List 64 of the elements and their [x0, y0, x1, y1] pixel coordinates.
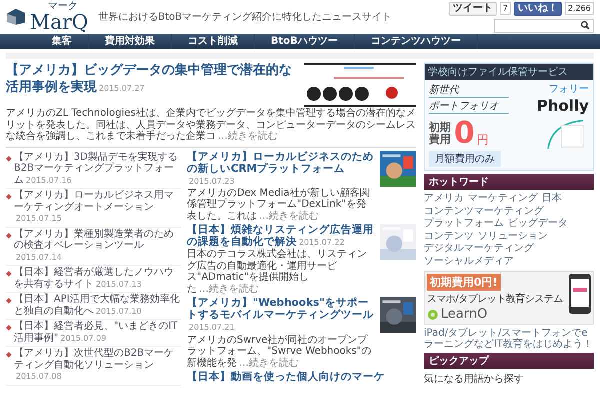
recent-article-link[interactable]: 【アメリカ】3D製品デモを実現するB2Bマーケティングプラットフォーム 2015.07.16: [6, 150, 181, 189]
ad-product-name: LearnO: [441, 307, 488, 322]
phone-drawing: [569, 274, 591, 314]
article-title[interactable]: 【日本】動画を使った個人向けのマーケ: [187, 371, 416, 384]
ad-text: 月額費用のみ: [429, 151, 501, 167]
recent-article-link[interactable]: 【日本】経営者必見、"いまどきのIT活用事例" 2015.07.09: [6, 320, 181, 347]
tag-link[interactable]: 日本: [542, 193, 562, 206]
feature-summary: アメリカのZL Technologies社は、企業内でビッグデータを集中管理する場合の潜在的なメリットを発表した。同社は、人員データや業務データ、コンピューターデータのシームレスな統合を強調し、これまで未着手だった企業コ …続きを読む: [6, 108, 416, 142]
site-tagline: 世界におけるBtoBマーケティング紹介に特化したニュースサイト: [98, 10, 394, 24]
tag-link[interactable]: ビッグデータ: [508, 218, 568, 230]
tag-link[interactable]: マーケティング: [468, 193, 538, 206]
tweet-button[interactable]: ツイート: [449, 2, 497, 16]
section-heading: ピックアップ: [424, 353, 594, 369]
recent-article-link[interactable]: 【アメリカ】業種別製造業者のための検査オペレーションツール 2015.07.14: [6, 228, 181, 266]
tag-link[interactable]: コンテンツ: [424, 230, 474, 243]
ad-ribbon: 初期費用0円!: [427, 274, 501, 291]
tag-link[interactable]: ソリューション: [478, 230, 548, 243]
tweet-count: 7: [500, 2, 512, 15]
like-count: 2,266: [565, 2, 594, 15]
recent-article-link[interactable]: 【日本】API活用で大幅な業務効率化と独自の自動化へ 2015.07.10: [6, 293, 181, 320]
read-more-link[interactable]: …続きを読む: [259, 210, 319, 222]
tag-link[interactable]: コンテンツマーケティング: [424, 206, 544, 218]
article-title[interactable]: 【アメリカ】ローカルビジネスのための新しいCRMプラットフォーム 2015.07.23: [187, 150, 376, 187]
search-field[interactable]: [494, 18, 594, 32]
ad-product-name: Pholly: [536, 97, 589, 115]
article-title[interactable]: 【日本】煩雑なリスティング広告運用の課題を自動化で解決 2015.07.22: [187, 224, 376, 248]
read-more-link[interactable]: …続きを読む: [239, 358, 299, 368]
ad-heading: 学校向けファイル保管サービス: [425, 64, 593, 80]
recent-article-link[interactable]: 【アメリカ】次世代型のB2Bマーケティング自動化ソリューション 2015.07.08: [6, 347, 181, 386]
nav-item[interactable]: コンテンツハウツー: [354, 34, 478, 49]
ad-banner[interactable]: 初期費用0円! スマホ/タブレット教育システム LearnO: [424, 271, 594, 325]
ad-text: フォリー: [549, 83, 589, 96]
article-title[interactable]: 【アメリカ】"Webhooks"をサポートするモバイルマーケティングツール 2015.07.21: [187, 297, 376, 334]
ad-price: 0: [454, 119, 475, 149]
nav-item[interactable]: 費用対効果: [89, 34, 172, 49]
ad-text: スマホ/タブレット教育システム: [427, 292, 564, 306]
like-button[interactable]: いいね！: [514, 2, 562, 16]
recent-article-link[interactable]: 【日本】経営者が厳選したノウハウを共有するサイト 2015.07.13: [6, 266, 181, 293]
ad-text: ポートフォリオ: [429, 99, 509, 114]
ad-text: 初期 費用: [429, 122, 452, 146]
article-summary: 日本のテコラス株式会社は、リスティング広告の自動最適化・運用サービス"ADmatic"を提供開始した …続きを読む: [187, 249, 368, 296]
read-more-link[interactable]: …続きを読む: [199, 284, 259, 295]
site-logo[interactable]: MarQ マーク: [30, 2, 88, 32]
article-summary: アメリカのSwrve社が同社のオープンプラットフォーム、"Swrve Webhooks"の新機能を発 …続きを読む: [187, 334, 372, 369]
nav-item[interactable]: 集客: [36, 34, 89, 49]
tag-link[interactable]: ソーシャルメディア: [424, 256, 514, 268]
pickup-link[interactable]: 気になる用語から探す: [424, 372, 594, 386]
nav-item[interactable]: BtoBハウツー: [255, 34, 355, 49]
ad-text: 円: [476, 132, 489, 149]
ad-text: 新世代: [429, 83, 509, 98]
tag-link[interactable]: デジタルマーケティング: [424, 243, 534, 256]
snail-icon: [427, 308, 439, 320]
section-heading: ホットワード: [424, 174, 594, 190]
feature-title[interactable]: 【アメリカ】ビッグデータの集中管理で潜在的な活用事例を実現 2015.07.27: [6, 63, 298, 107]
search-icon[interactable]: [581, 21, 590, 30]
nav-item[interactable]: コスト削減: [172, 34, 255, 49]
article-summary: アメリカのDex Media社が新しい顧客関係管理プラットフォーム"DexLink"を発表した。これは …続きを読む: [187, 188, 371, 222]
logo-reading: マーク: [48, 2, 78, 12]
tag-link[interactable]: アメリカ: [424, 193, 464, 206]
ad-caption-link[interactable]: iPad/タブレット/スマートフォンでeラーニングなどIT教育をはじめよう！: [424, 328, 594, 350]
read-more-link[interactable]: …続きを読む: [218, 131, 278, 142]
recent-article-link[interactable]: 【アメリカ】ローカルビジネス用マーケティングオートメーション 2015.07.15: [6, 189, 181, 228]
logo-icon: [6, 8, 26, 26]
tag-link[interactable]: プラットフォーム: [424, 218, 504, 230]
